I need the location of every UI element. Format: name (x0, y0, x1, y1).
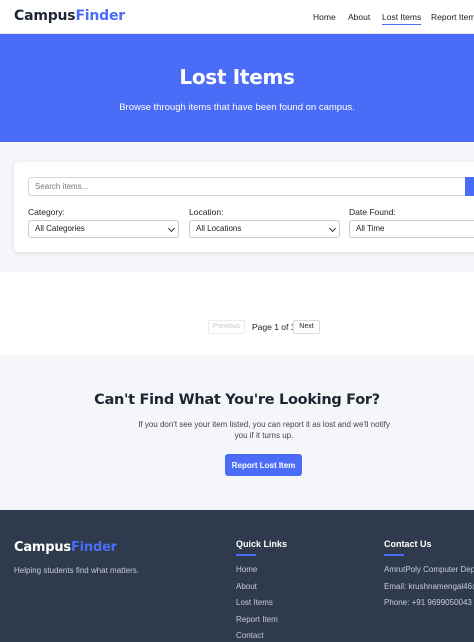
logo-text-accent: Finder (75, 8, 125, 24)
footer-link-contact[interactable]: Contact (236, 631, 264, 640)
nav-about[interactable]: About (348, 12, 370, 22)
footer-logo[interactable]: CampusFinder (14, 540, 117, 555)
next-page-button[interactable]: Next (293, 320, 320, 334)
search-input[interactable] (28, 177, 466, 196)
footer-logo-accent: Finder (70, 540, 117, 555)
previous-page-button[interactable]: Previous (208, 320, 245, 334)
date-found-select[interactable]: All Time (349, 220, 474, 238)
site-footer: CampusFinder Helping students find what … (0, 510, 474, 642)
location-select-value: All Locations (196, 224, 242, 233)
quick-links-heading: Quick Links (236, 539, 288, 556)
footer-link-about[interactable]: About (236, 582, 257, 591)
footer-link-lost-items[interactable]: Lost Items (236, 598, 273, 607)
site-logo[interactable]: CampusFinder (14, 8, 125, 24)
footer-logo-main: Campus (14, 540, 71, 555)
footer-link-report-item[interactable]: Report Item (236, 615, 278, 624)
cta-title: Can't Find What You're Looking For? (94, 392, 380, 408)
contact-heading: Contact Us (384, 539, 432, 556)
logo-text-main: Campus (14, 8, 76, 24)
chevron-down-icon (328, 224, 337, 233)
cta-text: If you don't see your item listed, you c… (138, 420, 390, 440)
category-label: Category: (28, 207, 65, 217)
footer-link-home[interactable]: Home (236, 565, 257, 574)
nav-home[interactable]: Home (313, 12, 336, 22)
report-lost-item-button[interactable]: Report Lost Item (225, 454, 302, 476)
location-label: Location: (189, 207, 224, 217)
date-found-select-value: All Time (356, 224, 385, 233)
contact-department: AmrutPoly Computer Depa (384, 565, 474, 574)
location-select[interactable]: All Locations (189, 220, 340, 238)
chevron-down-icon (167, 224, 176, 233)
search-button[interactable] (465, 177, 474, 196)
contact-phone[interactable]: Phone: +91 9699050043 (384, 598, 474, 607)
date-found-label: Date Found: (349, 207, 396, 217)
hero-banner: Lost Items Browse through items that hav… (0, 34, 474, 142)
page-subtitle: Browse through items that have been foun… (119, 102, 355, 113)
nav-lost-items[interactable]: Lost Items (382, 12, 422, 25)
filter-card (14, 162, 474, 252)
page-title: Lost Items (179, 65, 295, 89)
category-select[interactable]: All Categories (28, 220, 179, 238)
footer-tagline: Helping students find what matters. (14, 566, 139, 575)
category-select-value: All Categories (35, 224, 85, 233)
page-indicator: Page 1 of 1 (252, 322, 296, 332)
report-cta-section: Can't Find What You're Looking For? If y… (0, 355, 474, 510)
nav-report-item[interactable]: Report Item (431, 12, 474, 22)
contact-email[interactable]: Email: krushnamengal46@ (384, 582, 474, 591)
top-navbar: CampusFinder Home About Lost Items Repor… (0, 0, 474, 34)
